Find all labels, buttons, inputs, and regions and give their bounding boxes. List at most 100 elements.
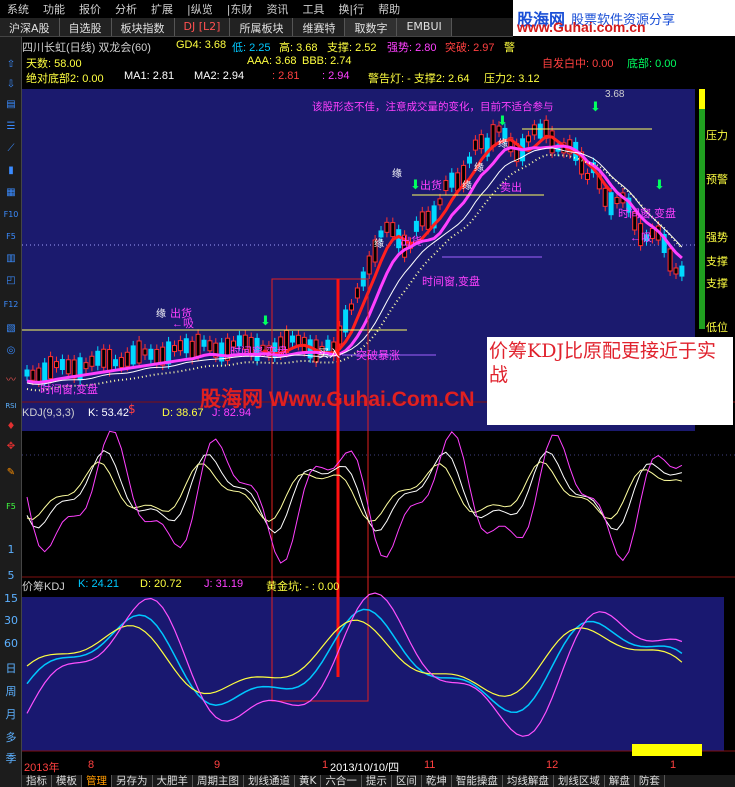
marker-5: 缘	[474, 163, 484, 174]
alert-value: 警告灯: - 支撑2: 2.64	[368, 73, 470, 85]
chart-small-icon[interactable]: ◰	[3, 273, 19, 288]
chart-icon[interactable]: ⟋	[3, 141, 19, 156]
move-icon[interactable]: ✥	[3, 439, 19, 454]
up-arrow-icon[interactable]: ⇧	[3, 57, 19, 72]
grid2-icon[interactable]: ▧	[3, 321, 19, 336]
btab-region[interactable]: 划线区域	[554, 775, 605, 787]
btab-yellow-k[interactable]: 黄K	[295, 775, 322, 787]
menu-function[interactable]: 功能	[36, 1, 72, 17]
btab-save-as[interactable]: 另存为	[112, 775, 153, 787]
time-window-1: 时间窗,变盘	[230, 346, 289, 358]
warn-value: 警	[504, 42, 515, 54]
period-day[interactable]: 日	[2, 660, 20, 676]
period-1min[interactable]: 1	[2, 543, 20, 556]
btab-qiankun[interactable]: 乾坤	[422, 775, 452, 787]
sell-label: 卖出	[500, 182, 522, 194]
ma2-value: MA2: 2.94	[194, 70, 245, 82]
marker-4: 缘	[462, 181, 472, 192]
buy-arrow-icon-3: ⬇	[497, 114, 508, 129]
candle-body	[65, 359, 71, 375]
out-label-3: 出货	[400, 236, 422, 248]
rsi-icon[interactable]: RSI	[3, 399, 19, 414]
period-month[interactable]: 月	[2, 706, 20, 722]
menu-info[interactable]: 资讯	[259, 1, 295, 17]
btab-indicator[interactable]: 指标	[22, 775, 52, 787]
candle-body	[136, 340, 142, 364]
right-indicator-bar	[699, 89, 705, 329]
menu-extend[interactable]: 扩展	[144, 1, 180, 17]
candle-body	[195, 333, 201, 357]
menu-system[interactable]: 系统	[0, 1, 36, 17]
menu-eastmoney[interactable]: |东财	[220, 1, 260, 17]
period-30min[interactable]: 30	[2, 614, 20, 627]
tab-dj-l2[interactable]: DJ [L2]	[174, 18, 231, 36]
candle-body	[142, 348, 148, 356]
tab-sector-index[interactable]: 板块指数	[111, 18, 175, 36]
period-60min[interactable]: 60	[2, 637, 20, 650]
grid-icon[interactable]: ▦	[3, 185, 19, 200]
menu-overview[interactable]: |纵览	[180, 1, 220, 17]
candle-body	[531, 124, 537, 136]
f10-icon[interactable]: F10	[3, 207, 19, 222]
menu-help[interactable]: 帮助	[371, 1, 407, 17]
btab-six-in-one[interactable]: 六合一	[321, 775, 362, 787]
tab-sector[interactable]: 所属板块	[230, 18, 294, 36]
tab-weisaite[interactable]: 维赛特	[293, 18, 346, 36]
btab-anti-trap[interactable]: 防套	[635, 775, 665, 787]
btab-manage[interactable]: 管理	[82, 775, 112, 787]
tab-shsz-a[interactable]: 沪深A股	[0, 18, 60, 36]
annotation-note: 价筹KDJ比原配更接近于实战	[487, 337, 733, 425]
menu-switch[interactable]: 换|行	[331, 1, 371, 17]
btab-ma-analysis[interactable]: 均线解盘	[503, 775, 554, 787]
f5b-icon[interactable]: F5	[3, 499, 19, 514]
tab-embui[interactable]: EMBUI	[397, 18, 452, 36]
candle-body	[107, 349, 113, 373]
period-15min[interactable]: 15	[2, 592, 20, 605]
btab-big-sheep[interactable]: 大肥羊	[153, 775, 193, 787]
period-5min[interactable]: 5	[2, 569, 20, 582]
book-icon[interactable]: ▤	[3, 97, 19, 112]
btab-cycle-main[interactable]: 周期主图	[193, 775, 244, 787]
btab-range[interactable]: 区间	[392, 775, 422, 787]
jckdj-d-value: D: 20.72	[140, 578, 182, 590]
candle-body	[667, 248, 673, 272]
wave-icon[interactable]: 〰	[3, 373, 19, 388]
tab-watchlist[interactable]: 自选股	[59, 18, 112, 36]
candle-body	[478, 134, 484, 150]
circle-icon[interactable]: ◎	[3, 343, 19, 358]
pencil-icon[interactable]: ✎	[3, 465, 19, 480]
tab-fetch-number[interactable]: 取数字	[345, 18, 398, 36]
btab-analysis[interactable]: 解盘	[605, 775, 635, 787]
marker-2: 缘	[374, 239, 384, 250]
btab-template[interactable]: 模板	[52, 775, 82, 787]
candle-icon[interactable]: ▮	[3, 163, 19, 178]
candle-body	[425, 210, 431, 230]
btab-channel[interactable]: 划线通道	[244, 775, 295, 787]
list-icon[interactable]: ☰	[3, 119, 19, 134]
down-arrow-icon[interactable]: ⇩	[3, 77, 19, 92]
btab-hint[interactable]: 提示	[362, 775, 392, 787]
page-icon[interactable]: ▥	[3, 251, 19, 266]
f5-icon[interactable]: F5	[3, 229, 19, 244]
absorb-label-2: ←吸	[630, 232, 652, 244]
settings-icon[interactable]: ♦	[3, 419, 19, 434]
candle-body	[366, 255, 372, 275]
candle-body	[608, 192, 614, 216]
brand-url: www.Guhai.com.cn	[517, 19, 646, 35]
candle-body	[189, 340, 195, 360]
candle-body	[290, 335, 295, 343]
timeline-oct: 1	[322, 759, 329, 771]
breakout-label: 突破暴涨	[356, 350, 400, 362]
jckdj-title: 价筹KDJ	[22, 581, 65, 593]
right-label-support-2: 支撑	[706, 278, 728, 290]
period-week[interactable]: 周	[2, 683, 20, 699]
f12-icon[interactable]: F12	[3, 297, 19, 312]
menu-analysis[interactable]: 分析	[108, 1, 144, 17]
period-multi[interactable]: 多	[2, 729, 20, 745]
menu-tools[interactable]: 工具	[295, 1, 331, 17]
btab-smart-trade[interactable]: 智能操盘	[452, 775, 503, 787]
menu-quote[interactable]: 报价	[72, 1, 108, 17]
period-season[interactable]: 季	[2, 750, 20, 766]
right-label-support: 支撑	[706, 256, 728, 268]
candle-body	[42, 362, 48, 382]
